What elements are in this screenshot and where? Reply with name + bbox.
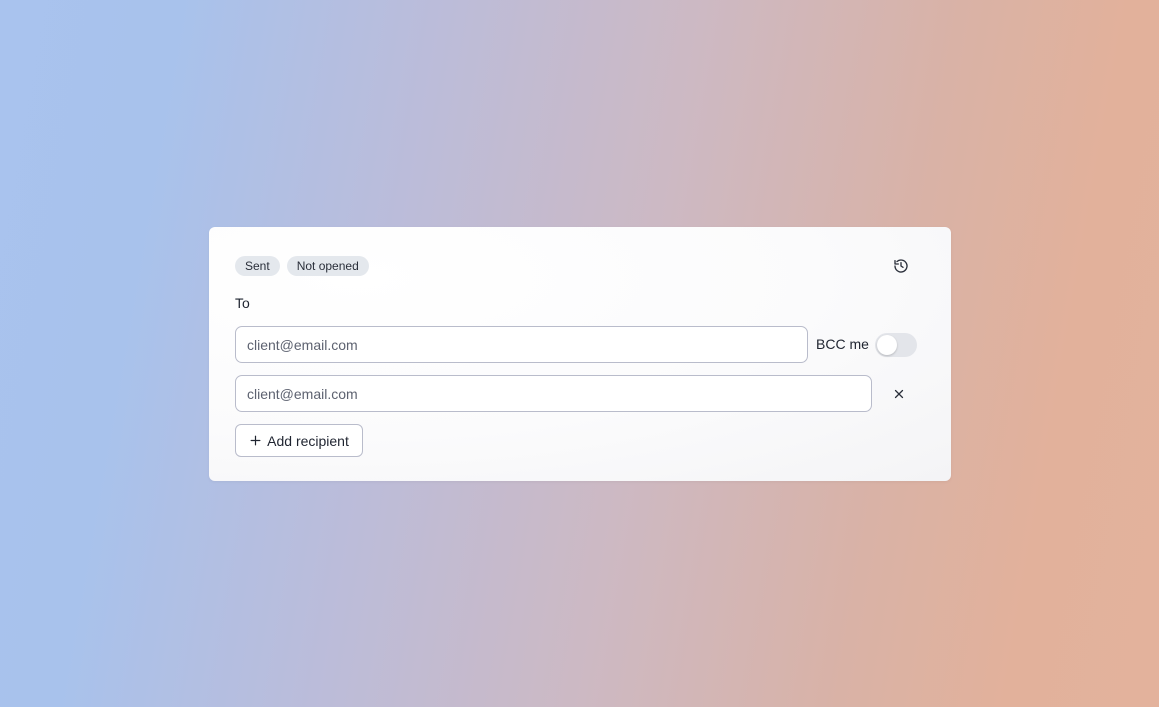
status-badges: Sent Not opened (235, 256, 369, 276)
toggle-knob (877, 335, 897, 355)
recipient-email-input-2[interactable] (235, 375, 872, 412)
remove-recipient-button[interactable] (887, 382, 911, 406)
history-icon (894, 259, 908, 273)
status-badge-not-opened: Not opened (286, 256, 369, 276)
email-recipients-card: Sent Not opened To BCC me Add recipient (209, 227, 951, 481)
add-recipient-label: Add recipient (267, 432, 349, 449)
recipient-email-input-1[interactable] (235, 326, 808, 363)
bcc-me-label: BCC me (816, 336, 869, 352)
status-badge-sent: Sent (235, 256, 280, 276)
history-button[interactable] (889, 254, 913, 278)
to-label: To (235, 295, 250, 311)
bcc-me-toggle[interactable] (875, 333, 917, 357)
add-recipient-button[interactable]: Add recipient (235, 424, 363, 457)
plus-icon (250, 435, 261, 446)
close-icon (894, 389, 904, 399)
